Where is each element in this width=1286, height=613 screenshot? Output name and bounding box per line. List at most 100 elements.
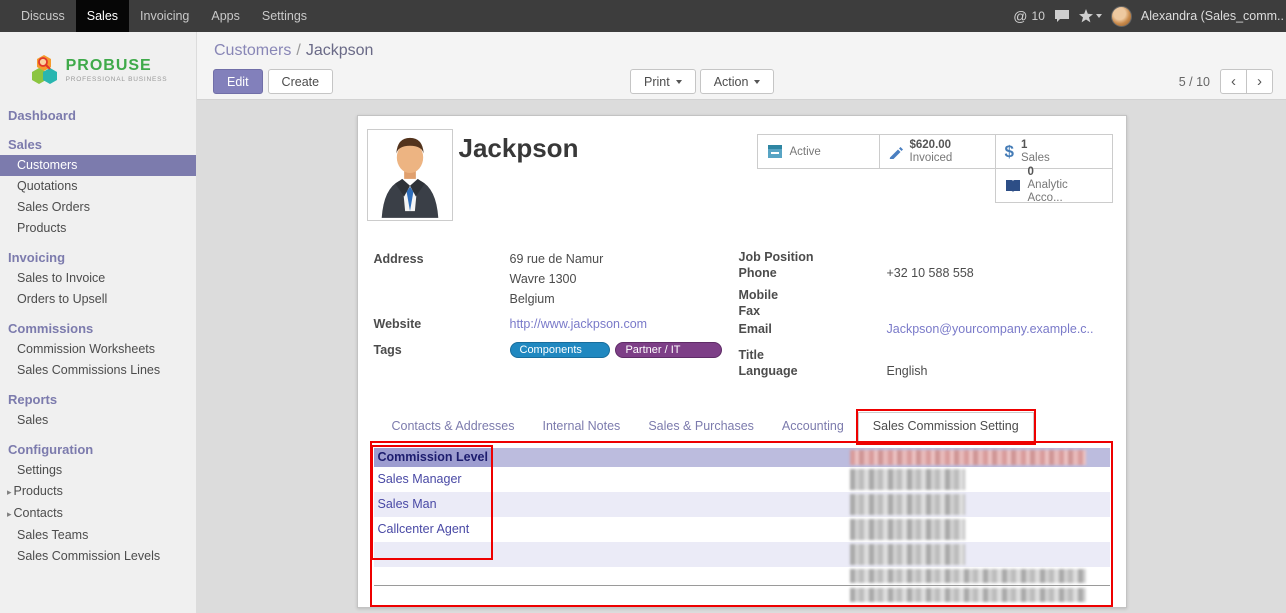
sidebar-item-settings[interactable]: Settings (0, 460, 196, 481)
sidebar-item-sales-commissions-lines[interactable]: Sales Commissions Lines (0, 360, 196, 381)
sidebar-item-orders-to-upsell[interactable]: Orders to Upsell (0, 289, 196, 310)
sidebar-section-reports[interactable]: Reports (0, 390, 196, 410)
sidebar-item-sales-to-invoice[interactable]: Sales to Invoice (0, 268, 196, 289)
active-stat-button[interactable]: Active (757, 134, 880, 169)
email-link[interactable]: Jackpson@yourcompany.example.c.. (887, 321, 1094, 337)
sidebar-item-customers[interactable]: Customers (0, 155, 196, 176)
website-link[interactable]: http://www.jackpson.com (510, 314, 648, 334)
sidebar-item-quotations[interactable]: Quotations (0, 176, 196, 197)
tab-contacts-addresses[interactable]: Contacts & Addresses (378, 412, 529, 441)
submenu-arrow-icon: ▸ (7, 509, 12, 519)
tab-label: Accounting (782, 419, 844, 433)
stat-label: Analytic Acco... (1028, 179, 1103, 205)
tags-list: Components Buyer Partner / IT Services (510, 340, 722, 360)
table-row-empty[interactable] (374, 542, 1110, 567)
sidebar-item-products[interactable]: Products (0, 218, 196, 239)
sidebar-item-config-products[interactable]: ▸Products (0, 481, 196, 503)
sidebar-item-label: Sales Commission Levels (17, 549, 160, 563)
sidebar-item-dashboard[interactable]: Dashboard (0, 106, 196, 126)
mentions-icon[interactable]: @ (1013, 8, 1027, 24)
commission-levels-table: Commission Level Sales Manager Sales Man… (374, 448, 1110, 605)
table-row-callcenter-agent[interactable]: Callcenter Agent (374, 517, 1110, 542)
tag-badge-partner-it-services: Partner / IT Services (615, 342, 721, 358)
redacted-data (850, 450, 1086, 465)
sidebar-section-invoicing[interactable]: Invoicing (0, 248, 196, 268)
print-dropdown-button[interactable]: Print (630, 69, 696, 94)
logo-subtitle: PROFESSIONAL BUSINESS (66, 76, 168, 83)
invoiced-stat-button[interactable]: $620.00 Invoiced (879, 134, 996, 169)
stat-label: Invoiced (910, 152, 953, 165)
sidebar-item-config-contacts[interactable]: ▸Contacts (0, 503, 196, 525)
tab-sales-commission-setting[interactable]: Sales Commission Setting (858, 412, 1034, 442)
top-menu-discuss[interactable]: Discuss (10, 0, 76, 32)
tab-sales-purchases[interactable]: Sales & Purchases (634, 412, 768, 441)
sidebar-item-sales-orders[interactable]: Sales Orders (0, 197, 196, 218)
redacted-data (850, 544, 965, 565)
phone-label: Phone (739, 265, 887, 281)
table-row-sales-man[interactable]: Sales Man (374, 492, 1110, 517)
sidebar-section-sales[interactable]: Sales (0, 135, 196, 155)
top-menu-sales[interactable]: Sales (76, 0, 129, 32)
job-position-label: Job Position (739, 249, 887, 265)
analytic-accounts-stat-button[interactable]: 0 Analytic Acco... (995, 168, 1113, 203)
messages-icon[interactable] (1054, 9, 1070, 23)
sidebar-item-sales-commission-levels[interactable]: Sales Commission Levels (0, 546, 196, 567)
customer-photo[interactable] (367, 129, 453, 221)
print-label: Print (644, 75, 670, 89)
breadcrumb-separator: / (296, 42, 300, 59)
topbar-right-group: @ 10 Alexandra (Sales_comm.. (1013, 0, 1286, 32)
sidebar-item-label: Settings (17, 463, 62, 477)
stat-value: $620.00 (910, 139, 953, 152)
top-menu-settings[interactable]: Settings (251, 0, 318, 32)
address-line: Wavre 1300 (510, 269, 604, 289)
top-menu-apps[interactable]: Apps (200, 0, 251, 32)
stat-buttons: Active $620.00 Invoiced $ (758, 134, 1113, 203)
pager-next-button[interactable]: › (1246, 69, 1273, 94)
phone-value: +32 10 588 558 (887, 265, 974, 281)
book-icon (1005, 179, 1021, 193)
sidebar-item-label: Quotations (17, 179, 77, 193)
control-panel: Customers / Jackpson Edit Create Print Act… (197, 32, 1286, 100)
table-row-empty (374, 567, 1110, 585)
mobile-label: Mobile (739, 287, 887, 303)
table-row-sales-manager[interactable]: Sales Manager (374, 467, 1110, 492)
sidebar-item-label: Products (17, 221, 66, 235)
edit-button[interactable]: Edit (213, 69, 263, 94)
sidebar-section-commissions[interactable]: Commissions (0, 319, 196, 339)
commission-level-cell: Sales Man (374, 492, 492, 517)
action-dropdown-button[interactable]: Action (700, 69, 775, 94)
sidebar-item-label: Commission Worksheets (17, 342, 155, 356)
breadcrumb-customers-link[interactable]: Customers (214, 42, 291, 59)
tab-accounting[interactable]: Accounting (768, 412, 858, 441)
page-title: Jackpson (459, 133, 579, 164)
sidebar-item-commission-worksheets[interactable]: Commission Worksheets (0, 339, 196, 360)
redacted-data (850, 588, 1086, 602)
user-menu[interactable]: Alexandra (Sales_comm.. (1141, 9, 1284, 23)
create-button[interactable]: Create (268, 69, 334, 94)
sidebar-item-sales-teams[interactable]: Sales Teams (0, 525, 196, 546)
pager-counter: 5 / 10 (1179, 75, 1210, 89)
sidebar-item-label: Orders to Upsell (17, 292, 107, 306)
address-label: Address (374, 249, 510, 309)
stat-value: 0 (1028, 166, 1103, 179)
action-label: Action (714, 75, 749, 89)
sidebar-item-label: Sales Teams (17, 528, 88, 542)
active-toggle-icon (767, 144, 783, 159)
action-buttons: Print Action (630, 69, 774, 94)
tab-internal-notes[interactable]: Internal Notes (528, 412, 634, 441)
app-window: Discuss Sales Invoicing Apps Settings @ … (0, 0, 1286, 613)
logo-title: PROBUSE (66, 58, 168, 74)
user-avatar[interactable] (1111, 6, 1132, 27)
planner-star-icon[interactable] (1079, 9, 1102, 23)
breadcrumb-current: Jackpson (306, 42, 374, 59)
app-logo: PROBUSE PROFESSIONAL BUSINESS (0, 32, 196, 106)
sidebar-section-configuration[interactable]: Configuration (0, 440, 196, 460)
breadcrumb: Customers / Jackpson (214, 42, 373, 60)
top-menu-invoicing[interactable]: Invoicing (129, 0, 200, 32)
pager-previous-button[interactable]: ‹ (1220, 69, 1247, 94)
commission-level-cell: Sales Manager (374, 467, 492, 492)
sales-stat-button[interactable]: $ 1 Sales (995, 134, 1113, 169)
column-header-commission-level[interactable]: Commission Level (374, 448, 492, 467)
redacted-data (850, 519, 965, 540)
sidebar-item-reports-sales[interactable]: Sales (0, 410, 196, 431)
